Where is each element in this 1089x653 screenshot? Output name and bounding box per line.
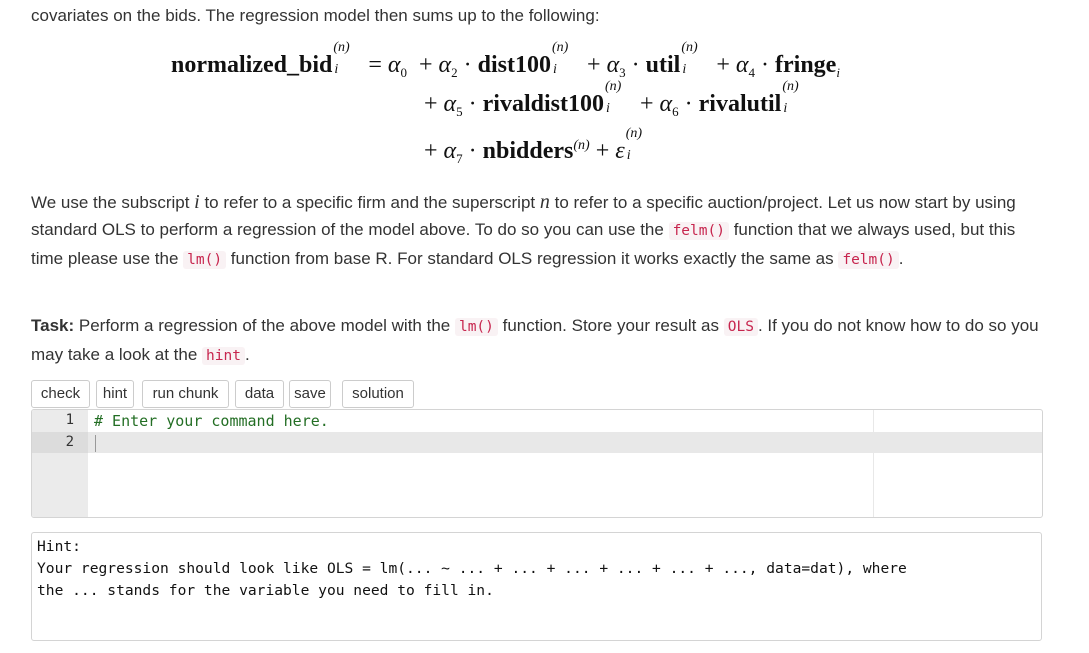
data-button[interactable]: data bbox=[235, 380, 284, 408]
var-util: util bbox=[645, 52, 681, 78]
var-dist100: dist100 bbox=[477, 52, 552, 78]
explanation-paragraph: We use the subscript i to refer to a spe… bbox=[31, 191, 1016, 269]
code-ols: OLS bbox=[723, 318, 758, 336]
var-rivalutil: rivalutil bbox=[698, 91, 782, 117]
lhs-variable: normalized_bid bbox=[171, 52, 333, 78]
check-button[interactable]: check bbox=[31, 380, 90, 408]
hint-output-box: Hint: Your regression should look like O… bbox=[31, 532, 1042, 641]
solution-button[interactable]: solution bbox=[342, 380, 414, 408]
equation-line-2: + α5 · rivaldist100 (n) i + α6 · rivalutil… bbox=[424, 79, 799, 119]
var-fringe: fringe bbox=[775, 52, 837, 78]
equation-line-3: + α7 · nbidders(n) + ε (n) i bbox=[424, 126, 643, 166]
hint-line-1: Your regression should look like OLS = l… bbox=[37, 560, 907, 577]
error-term: ε bbox=[615, 138, 625, 164]
code-hint: hint bbox=[202, 347, 245, 365]
var-rivaldist100: rivaldist100 bbox=[482, 91, 604, 117]
task-label: Task: bbox=[31, 316, 75, 335]
hint-text: Hint: Your regression should look like O… bbox=[37, 536, 907, 602]
code-felm: felm() bbox=[838, 251, 899, 269]
line-number: 2 bbox=[65, 434, 74, 450]
task-paragraph: Task: Perform a regression of the above … bbox=[31, 316, 1039, 365]
code-editor[interactable]: 1 2 # Enter your command here. bbox=[31, 409, 1043, 518]
print-margin bbox=[873, 410, 874, 517]
code-lm: lm() bbox=[454, 318, 498, 336]
run-chunk-button[interactable]: run chunk bbox=[142, 380, 229, 408]
save-button[interactable]: save bbox=[289, 380, 331, 408]
code-felm: felm() bbox=[668, 222, 729, 240]
text-cursor bbox=[95, 435, 96, 452]
hint-title: Hint: bbox=[37, 538, 81, 555]
code-line-1[interactable]: # Enter your command here. bbox=[94, 412, 329, 430]
equation-line-1: normalized_bid (n) i = α0 + α2 · dist100 (n… bbox=[171, 40, 840, 80]
var-nbidders: nbidders bbox=[482, 138, 574, 164]
line-number: 1 bbox=[65, 412, 74, 428]
hint-line-2: the ... stands for the variable you need… bbox=[37, 582, 494, 599]
intro-text: covariates on the bids. The regression m… bbox=[31, 6, 600, 25]
code-lm: lm() bbox=[183, 251, 227, 269]
hint-button[interactable]: hint bbox=[96, 380, 134, 408]
active-line-highlight bbox=[32, 432, 1042, 453]
